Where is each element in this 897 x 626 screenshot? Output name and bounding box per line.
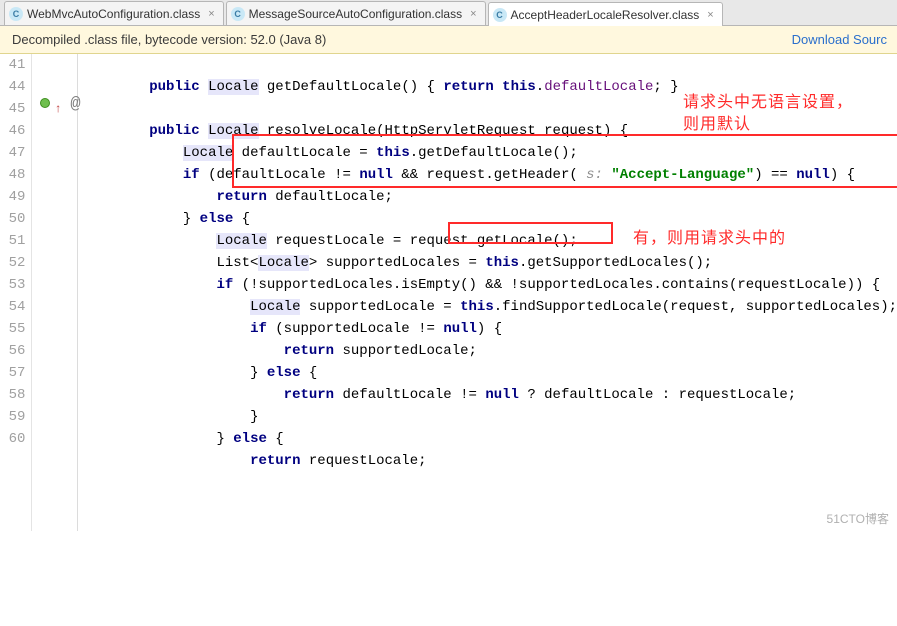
tab-acceptheader[interactable]: C AcceptHeaderLocaleResolver.class × [488,2,723,26]
class-file-icon: C [231,7,245,21]
close-icon[interactable]: × [208,8,214,20]
tab-label: AcceptHeaderLocaleResolver.class [511,8,700,22]
tab-messagesource[interactable]: C MessageSourceAutoConfiguration.class × [226,1,486,25]
annotation-text-1: 请求头中无语言设置， 则用默认 [683,92,853,136]
class-file-icon: C [493,8,507,22]
editor-tabbar: C WebMvcAutoConfiguration.class × C Mess… [0,0,897,26]
implements-up-icon[interactable]: ↑ [54,98,61,120]
watermark: 51CTO博客 [827,510,889,527]
decompiled-banner: Decompiled .class file, bytecode version… [0,26,897,54]
close-icon[interactable]: × [707,9,713,21]
download-sources-link[interactable]: Download Sourc [792,32,887,47]
tab-label: WebMvcAutoConfiguration.class [27,7,200,21]
close-icon[interactable]: × [470,8,476,20]
override-marker-icon[interactable] [40,98,50,108]
line-number-gutter: 414445464748495051525354555657585960 [0,54,32,531]
code-area[interactable]: public Locale getDefaultLocale() { retur… [78,54,897,531]
code-editor[interactable]: 414445464748495051525354555657585960 ↑ @… [0,54,897,531]
annotation-text-2: 有，则用请求头中的 [633,228,786,250]
tab-label: MessageSourceAutoConfiguration.class [249,7,462,21]
marker-gutter: ↑ @ [32,54,78,531]
class-file-icon: C [9,7,23,21]
banner-text: Decompiled .class file, bytecode version… [12,32,326,47]
tab-webmvc[interactable]: C WebMvcAutoConfiguration.class × [4,1,224,25]
